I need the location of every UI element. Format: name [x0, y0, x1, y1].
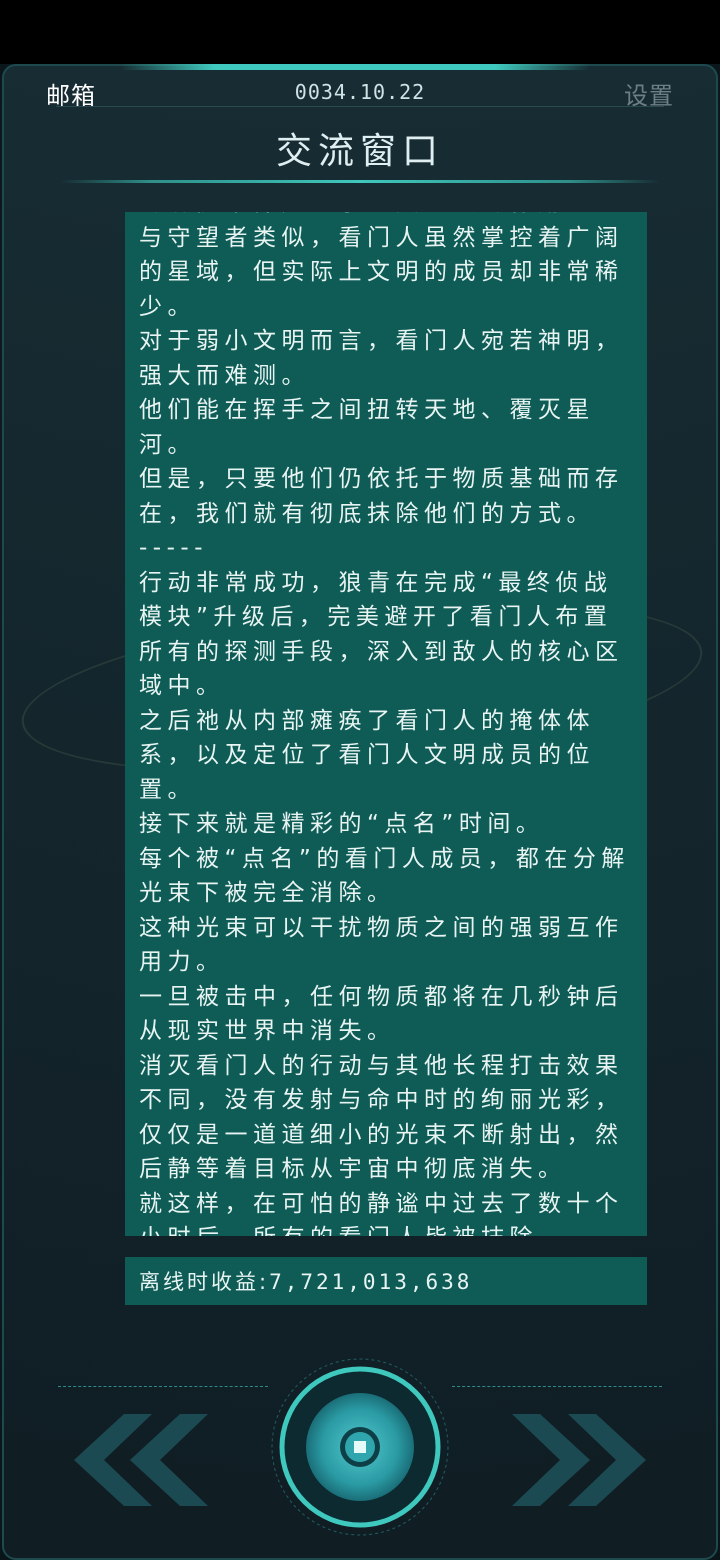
previous-button[interactable] — [62, 1410, 212, 1510]
message-paragraph: 就这样，在可怕的静谧中过去了数十个小时后，所有的看门人皆被抹除。 — [139, 1190, 624, 1237]
dashed-divider-right — [452, 1386, 662, 1387]
next-button[interactable] — [508, 1410, 658, 1510]
message-paragraph: 接下来就是精彩的“点名”时间。 — [139, 811, 545, 837]
header-divider — [56, 106, 664, 107]
offline-income-value: 7,721,013,638 — [269, 1270, 473, 1294]
message-paragraph: 行动非常成功，狼青在完成“最终侦战模块”升级后，完美避开了看门人布置所有的探测手… — [139, 569, 624, 700]
offline-income: 离线时收益:7,721,013,638 — [139, 1266, 472, 1296]
center-core-button[interactable] — [268, 1355, 452, 1539]
double-chevron-right-icon — [512, 1414, 646, 1506]
offline-income-panel: 离线时收益:7,721,013,638 — [125, 1257, 647, 1305]
message-paragraph: 与守望者类似，看门人虽然掌控着广阔的星域，但实际上文明的成员却非常稀少。 — [139, 224, 624, 320]
message-panel[interactable]: 的功能中都起到了至关重要的作用。 与守望者类似，看门人虽然掌控着广阔的星域，但实… — [125, 212, 647, 1236]
message-scroll-content: 的功能中都起到了至关重要的作用。 与守望者类似，看门人虽然掌控着广阔的星域，但实… — [139, 212, 635, 1236]
date-label: 0034.10.22 — [294, 80, 426, 104]
message-paragraph: 这种光束可以干扰物质之间的强弱互作用力。 — [139, 914, 624, 976]
message-separator: ----- — [139, 535, 208, 561]
page-title: 交流窗口 — [275, 131, 444, 172]
status-bar-area — [0, 0, 720, 64]
title-underline — [60, 180, 660, 183]
circular-core-button-icon — [271, 1358, 449, 1536]
double-chevron-left-icon — [74, 1414, 208, 1506]
screen: 邮箱 0034.10.22 设置 交流窗口 的功能中都起到了至关重要的作用。 与… — [0, 0, 720, 1560]
message-paragraph: 他们能在挥手之间扭转天地、覆灭星河。 — [139, 397, 595, 458]
message-paragraph: 但是，只要他们仍依托于物质基础而存在，我们就有彻底抹除他们的方式。 — [139, 466, 624, 527]
dashed-divider-left — [58, 1386, 268, 1387]
message-paragraph: 消灭看门人的行动与其他长程打击效果不同，没有发射与命中时的绚丽光彩，仅仅是一道道… — [139, 1052, 624, 1183]
offline-income-label: 离线时收益: — [139, 1270, 270, 1294]
message-paragraph: 每个被“点名”的看门人成员，都在分解光束下被完全消除。 — [139, 845, 630, 907]
message-paragraph: 一旦被击中，任何物质都将在几秒钟后从现实世界中消失。 — [139, 983, 624, 1045]
header: 邮箱 0034.10.22 设置 — [0, 70, 720, 110]
message-paragraph-partial: 的功能中都起到了至关重要的作用。 — [139, 212, 635, 221]
message-paragraph: 之后祂从内部瘫痪了看门人的掩体体系，以及定位了看门人文明成员的位置。 — [139, 707, 595, 803]
message-paragraph: 对于弱小文明而言，看门人宛若神明，强大而难测。 — [139, 328, 624, 389]
